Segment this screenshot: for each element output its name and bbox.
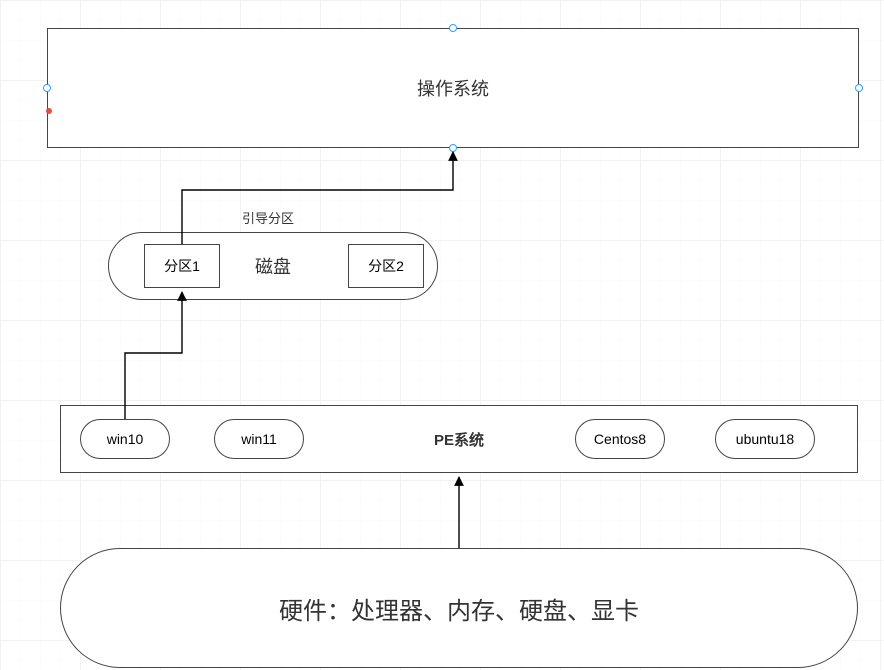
- pe-item-win10[interactable]: win10: [80, 419, 170, 459]
- pe-item-ubuntu18[interactable]: ubuntu18: [715, 419, 815, 459]
- selection-handle-right[interactable]: [855, 84, 863, 92]
- partition-1-label: 分区1: [164, 256, 200, 276]
- os-node-title: 操作系统: [417, 75, 489, 101]
- pe-item-centos8[interactable]: Centos8: [575, 419, 665, 459]
- boot-partition-edge-label: 引导分区: [242, 208, 294, 227]
- selection-handle-bottom[interactable]: [449, 144, 457, 152]
- disk-node-title: 磁盘: [255, 253, 291, 279]
- pe-item-centos8-label: Centos8: [594, 431, 646, 447]
- partition-1[interactable]: 分区1: [144, 244, 220, 288]
- partition-2[interactable]: 分区2: [348, 244, 424, 288]
- hardware-node[interactable]: 硬件：处理器、内存、硬盘、显卡: [60, 548, 858, 668]
- pe-item-win11[interactable]: win11: [214, 419, 304, 459]
- selection-handle-left[interactable]: [43, 84, 51, 92]
- pe-item-ubuntu18-label: ubuntu18: [736, 431, 794, 447]
- pe-item-win11-label: win11: [241, 431, 277, 447]
- pe-item-win10-label: win10: [107, 431, 144, 447]
- partition-2-label: 分区2: [368, 256, 404, 276]
- selection-handle-top[interactable]: [449, 24, 457, 32]
- rotation-handle[interactable]: [46, 108, 52, 114]
- hardware-node-title: 硬件：处理器、内存、硬盘、显卡: [279, 591, 639, 626]
- pe-system-title: PE系统: [434, 429, 484, 450]
- os-node[interactable]: 操作系统: [47, 28, 859, 148]
